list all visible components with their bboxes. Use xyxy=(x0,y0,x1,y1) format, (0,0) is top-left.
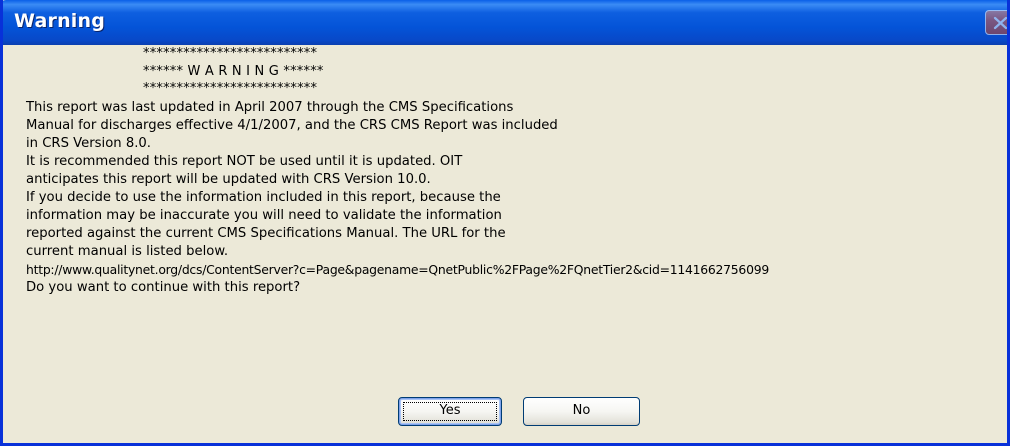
continue-question: Do you want to continue with this report… xyxy=(26,280,301,295)
message-line: current manual is listed below. xyxy=(26,244,229,259)
manual-url-text: http://www.qualitynet.org/dcs/ContentSer… xyxy=(26,262,769,277)
message-line: anticipates this report will be updated … xyxy=(26,172,431,187)
warning-header-line: ************************** xyxy=(143,46,318,61)
title-bar[interactable]: Warning xyxy=(3,0,1007,45)
message-line: It is recommended this report NOT be use… xyxy=(26,154,463,169)
message-line: If you decide to use the information inc… xyxy=(26,190,501,205)
message-line: reported against the current CMS Specifi… xyxy=(26,226,506,241)
close-icon xyxy=(993,16,1007,30)
no-button-label: No xyxy=(572,403,591,418)
warning-dialog: Warning ************************** *****… xyxy=(0,0,1010,446)
message-line: in CRS Version 8.0. xyxy=(26,136,151,151)
message-line: This report was last updated in April 20… xyxy=(26,100,514,115)
no-button[interactable]: No xyxy=(523,397,640,426)
close-button[interactable] xyxy=(985,10,1007,35)
warning-header-line: ************************** xyxy=(143,81,318,96)
warning-header-title: ****** W A R N I N G ****** xyxy=(143,64,324,79)
focus-ring xyxy=(403,402,497,421)
message-line: information may be inaccurate you will n… xyxy=(26,208,502,223)
window-title: Warning xyxy=(14,10,106,32)
message-line: Manual for discharges effective 4/1/2007… xyxy=(26,118,558,133)
yes-button[interactable]: Yes xyxy=(398,397,502,426)
